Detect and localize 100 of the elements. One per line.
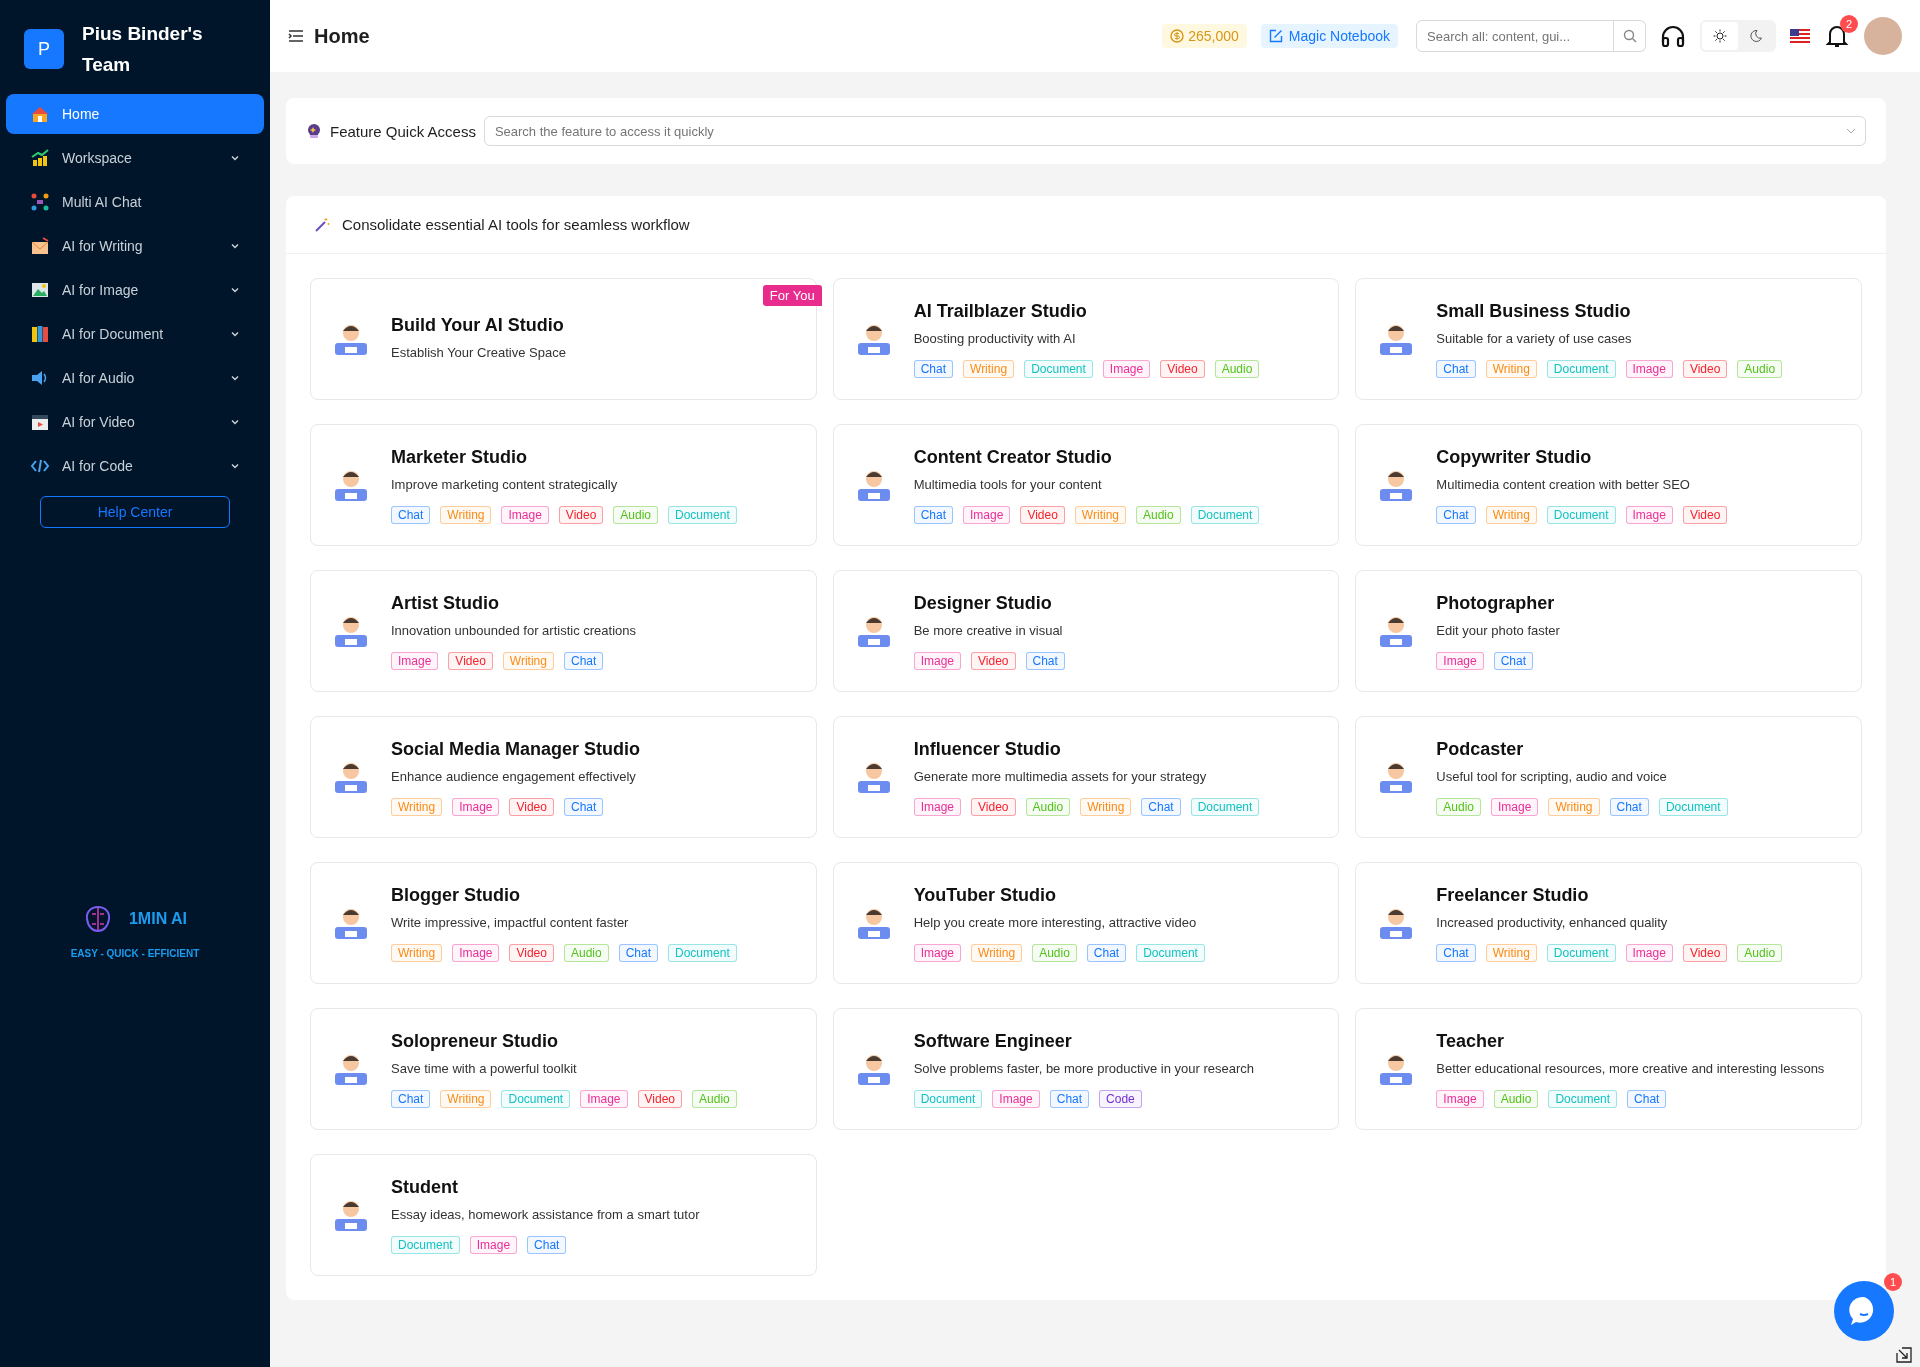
feature-tag: Chat	[563, 651, 604, 670]
page-title: Home	[314, 24, 370, 48]
feature-tag: Image	[992, 1089, 1040, 1108]
menu-icon[interactable]	[288, 29, 304, 43]
studio-title: Software Engineer	[913, 1030, 1073, 1052]
studio-card[interactable]: Freelancer Studio Increased productivity, enhanced quality Chat Writing Document Image Video Audio	[1355, 862, 1862, 984]
studio-card[interactable]: Marketer Studio Improve marketing content strategically Chat Writing Image Video Audio Document	[310, 424, 817, 546]
sidebar-item[interactable]: AI for Image	[6, 270, 264, 310]
search-button[interactable]	[1614, 20, 1646, 52]
studio-title: AI Trailblazer Studio	[913, 300, 1088, 322]
feature-search-field[interactable]: Search the feature to access it quickly	[483, 116, 1866, 146]
studio-card[interactable]: Student Essay ideas, homework assistance from a smart tutor Document Image Chat	[310, 1154, 817, 1276]
feature-tag: Image	[1436, 1089, 1484, 1108]
sidebar-item[interactable]: AI for Document	[6, 314, 264, 354]
menu-item-icon	[30, 148, 50, 168]
search-icon	[1622, 29, 1637, 43]
studio-card[interactable]: Influencer Studio Generate more multimedia assets for your strategy Image Video Audio Writing Chat Document	[832, 716, 1340, 838]
feature-tag: Writing	[1485, 943, 1537, 962]
feature-tag: Document	[1546, 359, 1616, 378]
feature-tag: Chat	[391, 1089, 431, 1108]
studio-title: Social Media Manager Studio	[391, 738, 641, 760]
studio-card[interactable]: Social Media Manager Studio Enhance audience engagement effectively Writing Image Video Chat	[310, 716, 817, 838]
studio-card[interactable]: Small Business Studio Suitable for a variety of use cases Chat Writing Document Image Video Audio	[1355, 278, 1862, 400]
studio-card[interactable]: Artist Studio Innovation unbounded for artistic creations Image Video Writing Chat	[310, 570, 817, 692]
resize-icon[interactable]	[1896, 1347, 1912, 1363]
feature-tag: Image	[1625, 943, 1673, 962]
feature-tag: Document	[1546, 943, 1616, 962]
studio-title: Freelancer Studio	[1436, 884, 1590, 906]
feature-tag: Video	[637, 1089, 683, 1108]
sidebar-item[interactable]: AI for Video	[6, 402, 264, 442]
sidebar-item[interactable]: Multi AI Chat	[6, 182, 264, 222]
feature-tag: Image	[580, 1089, 628, 1108]
credits-balance: 265,000	[1162, 24, 1247, 48]
studio-title: Podcaster	[1436, 738, 1525, 760]
menu-item-icon	[30, 280, 50, 300]
studio-card[interactable]: Photographer Edit your photo faster Image Chat	[1355, 570, 1862, 692]
sidebar-item[interactable]: AI for Audio	[6, 358, 264, 398]
menu-item-icon	[30, 192, 50, 212]
chevron-down-icon[interactable]	[230, 329, 240, 339]
studio-card[interactable]: Copywriter Studio Multimedia content creation with better SEO Chat Writing Document Image Video	[1355, 424, 1862, 546]
feature-tag: Image	[1102, 359, 1151, 378]
feature-tag: Document	[668, 505, 737, 524]
feature-tag: Audio	[563, 943, 609, 962]
studio-card[interactable]: Software Engineer Solve problems faster, be more productive in your research Document Image Chat Code	[832, 1008, 1340, 1130]
chevron-down-icon[interactable]	[230, 417, 240, 427]
feature-tag: Writing	[391, 797, 443, 816]
studio-description: Innovation unbounded for artistic creations	[391, 621, 636, 640]
light-theme-button[interactable]	[1702, 22, 1738, 50]
team-avatar: P	[24, 29, 64, 69]
feature-tag: Chat	[618, 943, 659, 962]
sidebar-item[interactable]: Home	[6, 94, 264, 134]
menu-item-icon	[30, 324, 50, 344]
feature-tag: Document	[1658, 797, 1728, 816]
studio-card[interactable]: Solopreneur Studio Save time with a powerful toolkit Chat Writing Document Image Video Audio	[310, 1008, 817, 1130]
feature-tag: Audio	[1737, 943, 1783, 962]
feature-tag: Chat	[1141, 797, 1181, 816]
feature-tag: Document	[391, 1235, 460, 1254]
feature-tag: Chat	[563, 797, 604, 816]
chevron-down-icon[interactable]	[230, 461, 240, 471]
feature-tag: Image	[913, 943, 961, 962]
chevron-down-icon[interactable]	[230, 285, 240, 295]
feature-tag: Video	[1682, 359, 1728, 378]
feature-tag: Document	[1546, 505, 1616, 524]
magic-notebook-button[interactable]: Magic Notebook	[1260, 24, 1398, 48]
feature-tag: Audio	[1136, 505, 1181, 524]
feature-tag: Writing	[1485, 505, 1537, 524]
notification-count: 2	[1840, 15, 1858, 33]
sidebar-item[interactable]: Workspace	[6, 138, 264, 178]
feature-tag: Image	[1625, 505, 1673, 524]
feature-tag: Image	[452, 943, 500, 962]
feature-tag: Image	[452, 797, 500, 816]
sidebar-item[interactable]: AI for Code	[6, 446, 264, 486]
studio-card[interactable]: Blogger Studio Write impressive, impactful content faster Writing Image Video Audio Chat Document	[310, 862, 817, 984]
crystal-ball-icon	[306, 123, 322, 139]
studio-card[interactable]: Designer Studio Be more creative in visual Image Video Chat	[832, 570, 1340, 692]
search-field[interactable]: Search all: content, gui...	[1416, 20, 1614, 52]
brand-name: 1MIN AI	[128, 910, 188, 928]
sidebar-item[interactable]: AI for Writing	[6, 226, 264, 266]
studio-card[interactable]: Podcaster Useful tool for scripting, audio and voice Audio Image Writing Chat Document	[1355, 716, 1862, 838]
studio-description: Boosting productivity with AI	[913, 329, 1077, 348]
studio-card[interactable]: Content Creator Studio Multimedia tools for your content Chat Image Video Writing Audio Document	[832, 424, 1340, 546]
flag-icon[interactable]	[1790, 29, 1810, 43]
chevron-down-icon[interactable]	[230, 153, 240, 163]
feature-tag: Document	[1190, 505, 1260, 524]
help-center-button[interactable]: Help Center	[40, 496, 230, 528]
studio-card[interactable]: Teacher Better educational resources, more creative and interesting lessons Image Audio Document Chat	[1355, 1008, 1862, 1130]
headphones-icon[interactable]	[1660, 24, 1686, 48]
feature-tag: Audio	[692, 1089, 737, 1108]
studio-card[interactable]: AI Trailblazer Studio Boosting productivity with AI Chat Writing Document Image Video Audio	[832, 278, 1340, 400]
studio-card[interactable]: YouTuber Studio Help you create more interesting, attractive video Image Writing Audio Chat Document	[832, 862, 1340, 984]
studio-description: Useful tool for scripting, audio and voice	[1436, 767, 1668, 786]
studio-description: Establish Your Creative Space	[391, 343, 566, 362]
feature-tag: Writing	[440, 1089, 492, 1108]
chevron-down-icon[interactable]	[230, 241, 240, 251]
feature-tag: Chat	[1436, 943, 1476, 962]
feature-tag: Document	[1190, 797, 1260, 816]
feature-tag: Chat	[527, 1235, 567, 1254]
feature-tag: Audio	[1214, 359, 1260, 378]
studio-description: Save time with a powerful toolkit	[391, 1059, 578, 1078]
chevron-down-icon[interactable]	[230, 373, 240, 383]
